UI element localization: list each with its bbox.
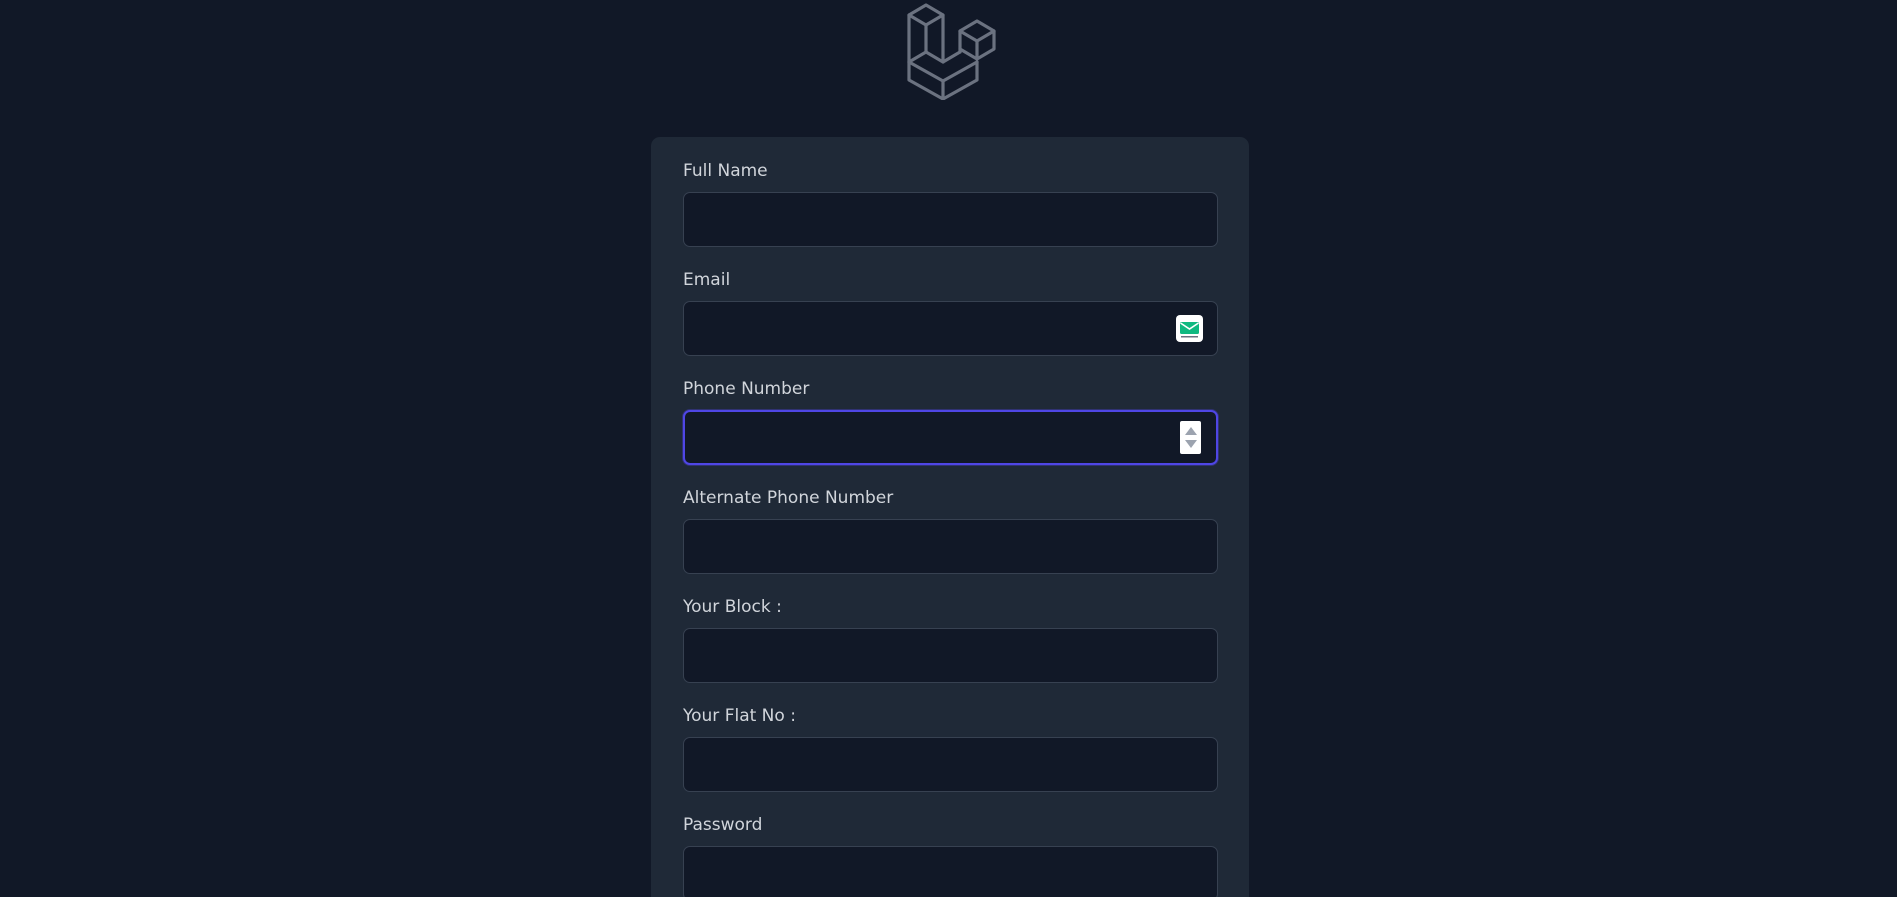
flat-no-field: Your Flat No : (683, 705, 1218, 792)
flat-no-label: Your Flat No : (683, 706, 796, 726)
full-name-input[interactable] (683, 192, 1218, 247)
block-input[interactable] (683, 628, 1218, 683)
laravel-logo-icon (907, 3, 996, 100)
password-field: Password (683, 814, 1218, 897)
block-field: Your Block : (683, 596, 1218, 683)
password-label: Password (683, 815, 763, 835)
password-input[interactable] (683, 846, 1218, 897)
number-spinner[interactable] (1180, 421, 1201, 454)
phone-number-field: Phone Number (683, 378, 1218, 465)
password-input-wrap (683, 846, 1218, 897)
phone-number-label: Phone Number (683, 379, 810, 399)
alternate-phone-number-input[interactable] (683, 519, 1218, 574)
full-name-label: Full Name (683, 161, 768, 181)
block-label: Your Block : (683, 597, 782, 617)
email-input-wrap (683, 301, 1218, 356)
registration-form-card: Full Name Email Phone Number Alternate P… (651, 137, 1249, 897)
block-input-wrap (683, 628, 1218, 683)
alternate-phone-number-label: Alternate Phone Number (683, 488, 894, 508)
alternate-phone-number-field: Alternate Phone Number (683, 487, 1218, 574)
full-name-input-wrap (683, 192, 1218, 247)
phone-number-input-wrap (683, 410, 1218, 465)
phone-number-input[interactable] (683, 410, 1218, 465)
flat-no-input[interactable] (683, 737, 1218, 792)
envelope-icon[interactable] (1176, 315, 1203, 342)
email-field: Email (683, 269, 1218, 356)
full-name-field: Full Name (683, 160, 1218, 247)
flat-no-input-wrap (683, 737, 1218, 792)
spin-up-arrow-icon[interactable] (1185, 427, 1197, 435)
email-input[interactable] (683, 301, 1218, 356)
spin-down-arrow-icon[interactable] (1185, 440, 1197, 448)
email-label: Email (683, 270, 731, 290)
register-page: Full Name Email Phone Number Alternate P… (0, 0, 1897, 897)
alternate-phone-number-input-wrap (683, 519, 1218, 574)
